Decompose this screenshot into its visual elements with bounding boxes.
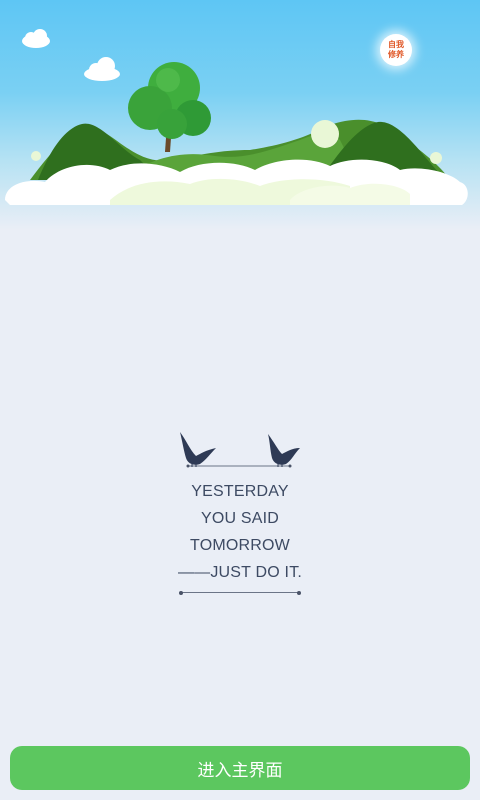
- motto-line-3: TOMORROW: [190, 537, 290, 554]
- enter-main-button[interactable]: 进入主界面: [10, 746, 470, 790]
- sky-cloud-left: [22, 29, 50, 48]
- header-banner: 自我 修养: [0, 0, 480, 230]
- landscape-illustration: [5, 29, 468, 205]
- motto-divider: [179, 590, 301, 595]
- badge-line-2: 修养: [388, 50, 404, 59]
- self-cultivation-badge[interactable]: 自我 修养: [380, 34, 412, 66]
- motto-line-4: ——JUST DO IT.: [177, 564, 303, 581]
- motto-block: YESTERDAY YOU SAID TOMORROW ——JUST DO IT…: [170, 428, 310, 595]
- enter-main-button-label: 进入主界面: [197, 760, 283, 781]
- birds-on-wire-icon: [180, 432, 300, 468]
- badge-line-1: 自我: [388, 40, 404, 49]
- motto-line-2: YOU SAID: [200, 510, 280, 527]
- sky-cloud-middle: [84, 57, 120, 81]
- motto-text: YESTERDAY YOU SAID TOMORROW ——JUST DO IT…: [170, 478, 310, 586]
- motto-line-1: YESTERDAY: [191, 483, 289, 500]
- tree: [128, 62, 211, 152]
